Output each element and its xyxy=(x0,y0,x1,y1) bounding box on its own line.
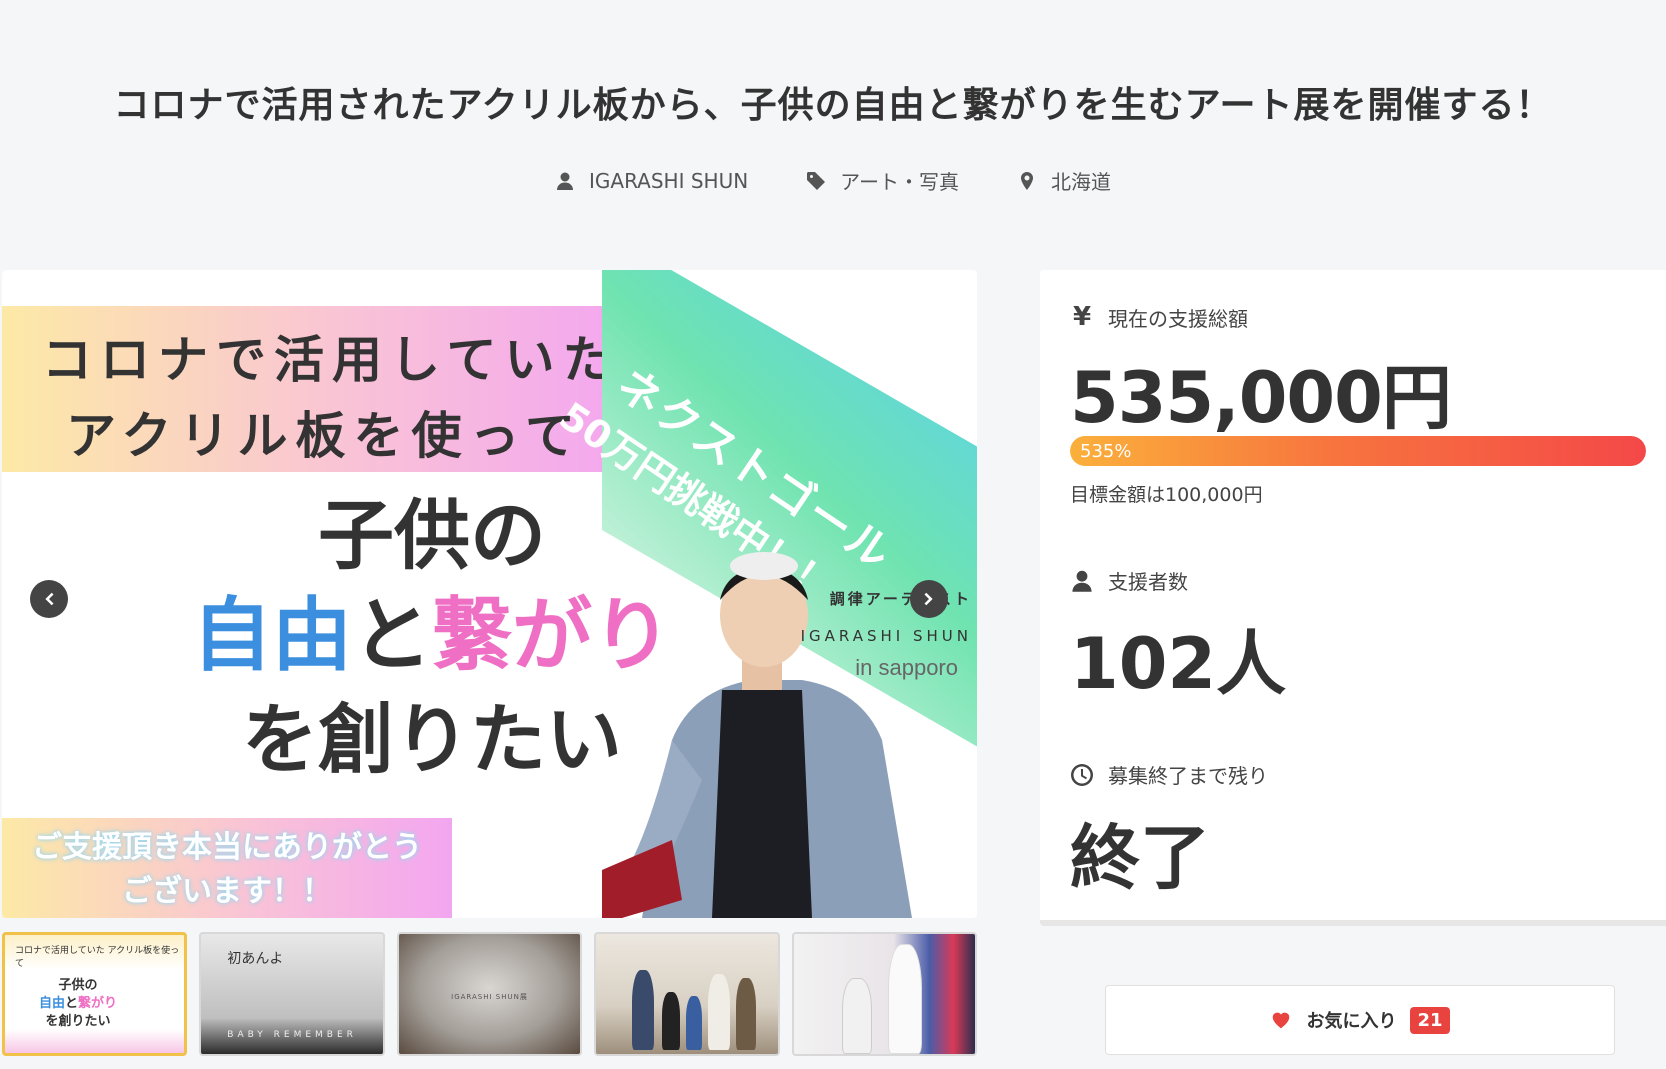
backers-label: 支援者数 xyxy=(1070,566,1188,595)
amount-label: ¥ 現在の支援総額 xyxy=(1070,302,1248,332)
hero-top-text: コロナで活用していた アクリル板を使って xyxy=(42,331,621,465)
main-visual[interactable]: コロナで活用していた アクリル板を使って ネクストゴール 50万円挑戦中！！ 子… xyxy=(2,270,977,918)
remaining-value: 終了 xyxy=(1070,817,1210,899)
funding-stats-card: ¥ 現在の支援総額 535,000円 535% 目標金額は100,000円 支援… xyxy=(1040,270,1666,926)
tag-icon xyxy=(807,171,826,190)
chevron-right-icon xyxy=(924,592,933,606)
progress-fill: 535% xyxy=(1070,436,1646,466)
favorite-button[interactable]: お気に入り 21 xyxy=(1105,985,1615,1055)
carousel-prev-button[interactable] xyxy=(30,580,68,618)
user-icon xyxy=(557,172,573,190)
favorite-label: お気に入り xyxy=(1306,1011,1397,1032)
hero-thanks-text: ご支援頂き本当にありがとう ございます！！ xyxy=(32,830,422,909)
yen-icon: ¥ xyxy=(1072,302,1092,332)
thumbnail-1[interactable]: コロナで活用していた アクリル板を使って 子供の 自由と繋がり を創りたい xyxy=(2,932,188,1056)
map-pin-icon xyxy=(1020,171,1033,190)
location-link[interactable]: 北海道 xyxy=(1017,166,1111,195)
thumbnail-4[interactable] xyxy=(594,932,780,1056)
page-title: コロナで活用されたアクリル板から、子供の自由と繋がりを生むアート展を開催する！ xyxy=(113,85,1553,126)
progress-bar: 535% xyxy=(1070,436,1646,466)
goal-amount: 目標金額は100,000円 xyxy=(1070,484,1263,506)
user-icon xyxy=(1072,570,1092,592)
location-name: 北海道 xyxy=(1050,170,1111,194)
progress-percent: 535% xyxy=(1080,440,1132,462)
amount-value: 535,000円 xyxy=(1070,357,1452,439)
category-name: アート・写真 xyxy=(840,170,959,194)
remaining-label: 募集終了まで残り xyxy=(1070,760,1268,789)
thumbnail-3[interactable]: IGARASHI SHUN展 xyxy=(396,932,583,1056)
project-meta: IGARASHI SHUN アート・写真 北海道 xyxy=(0,166,1666,195)
thumbnail-5[interactable] xyxy=(791,932,978,1056)
clock-icon xyxy=(1071,763,1093,786)
chevron-left-icon xyxy=(45,592,54,606)
thumbnail-2[interactable]: 初あんよ BABY REMEMBER xyxy=(199,932,385,1056)
category-link[interactable]: アート・写真 xyxy=(806,166,959,195)
heart-icon xyxy=(1273,1012,1290,1029)
favorite-count: 21 xyxy=(1410,1006,1450,1034)
carousel-next-button[interactable] xyxy=(910,580,948,618)
backers-value: 102人 xyxy=(1070,623,1287,705)
thumbnail-strip: コロナで活用していた アクリル板を使って 子供の 自由と繋がり を創りたい 初あ… xyxy=(2,932,978,1056)
owner-name: IGARASHI SHUN xyxy=(589,168,749,193)
owner-link[interactable]: IGARASHI SHUN xyxy=(555,166,748,195)
